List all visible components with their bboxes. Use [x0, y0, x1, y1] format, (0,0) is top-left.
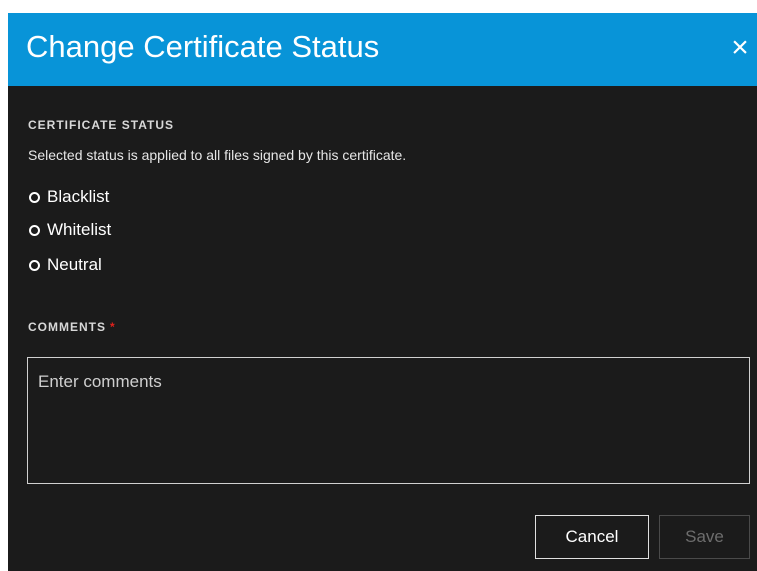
required-asterisk: *	[110, 320, 116, 334]
radio-unselected-icon[interactable]	[29, 259, 40, 271]
comments-textarea[interactable]	[27, 357, 750, 484]
certificate-status-description: Selected status is applied to all files …	[28, 147, 407, 163]
radio-label-neutral[interactable]: Neutral	[47, 255, 102, 275]
comments-label: COMMENTS *	[28, 320, 116, 334]
radio-label-whitelist[interactable]: Whitelist	[47, 220, 111, 240]
cancel-button[interactable]: Cancel	[535, 515, 649, 559]
radio-option-blacklist[interactable]: Blacklist	[29, 185, 109, 209]
comments-label-text: COMMENTS	[28, 320, 106, 334]
radio-option-neutral[interactable]: Neutral	[29, 253, 102, 277]
certificate-status-label: CERTIFICATE STATUS	[28, 118, 174, 132]
radio-unselected-icon[interactable]	[29, 191, 40, 203]
close-icon[interactable]: ×	[727, 33, 753, 63]
radio-unselected-icon[interactable]	[29, 224, 40, 236]
radio-option-whitelist[interactable]: Whitelist	[29, 218, 111, 242]
dialog-header: Change Certificate Status ×	[8, 13, 757, 86]
save-button[interactable]: Save	[659, 515, 750, 559]
change-certificate-status-dialog: Change Certificate Status × CERTIFICATE …	[8, 13, 757, 571]
radio-label-blacklist[interactable]: Blacklist	[47, 187, 109, 207]
dialog-title: Change Certificate Status	[26, 29, 380, 64]
